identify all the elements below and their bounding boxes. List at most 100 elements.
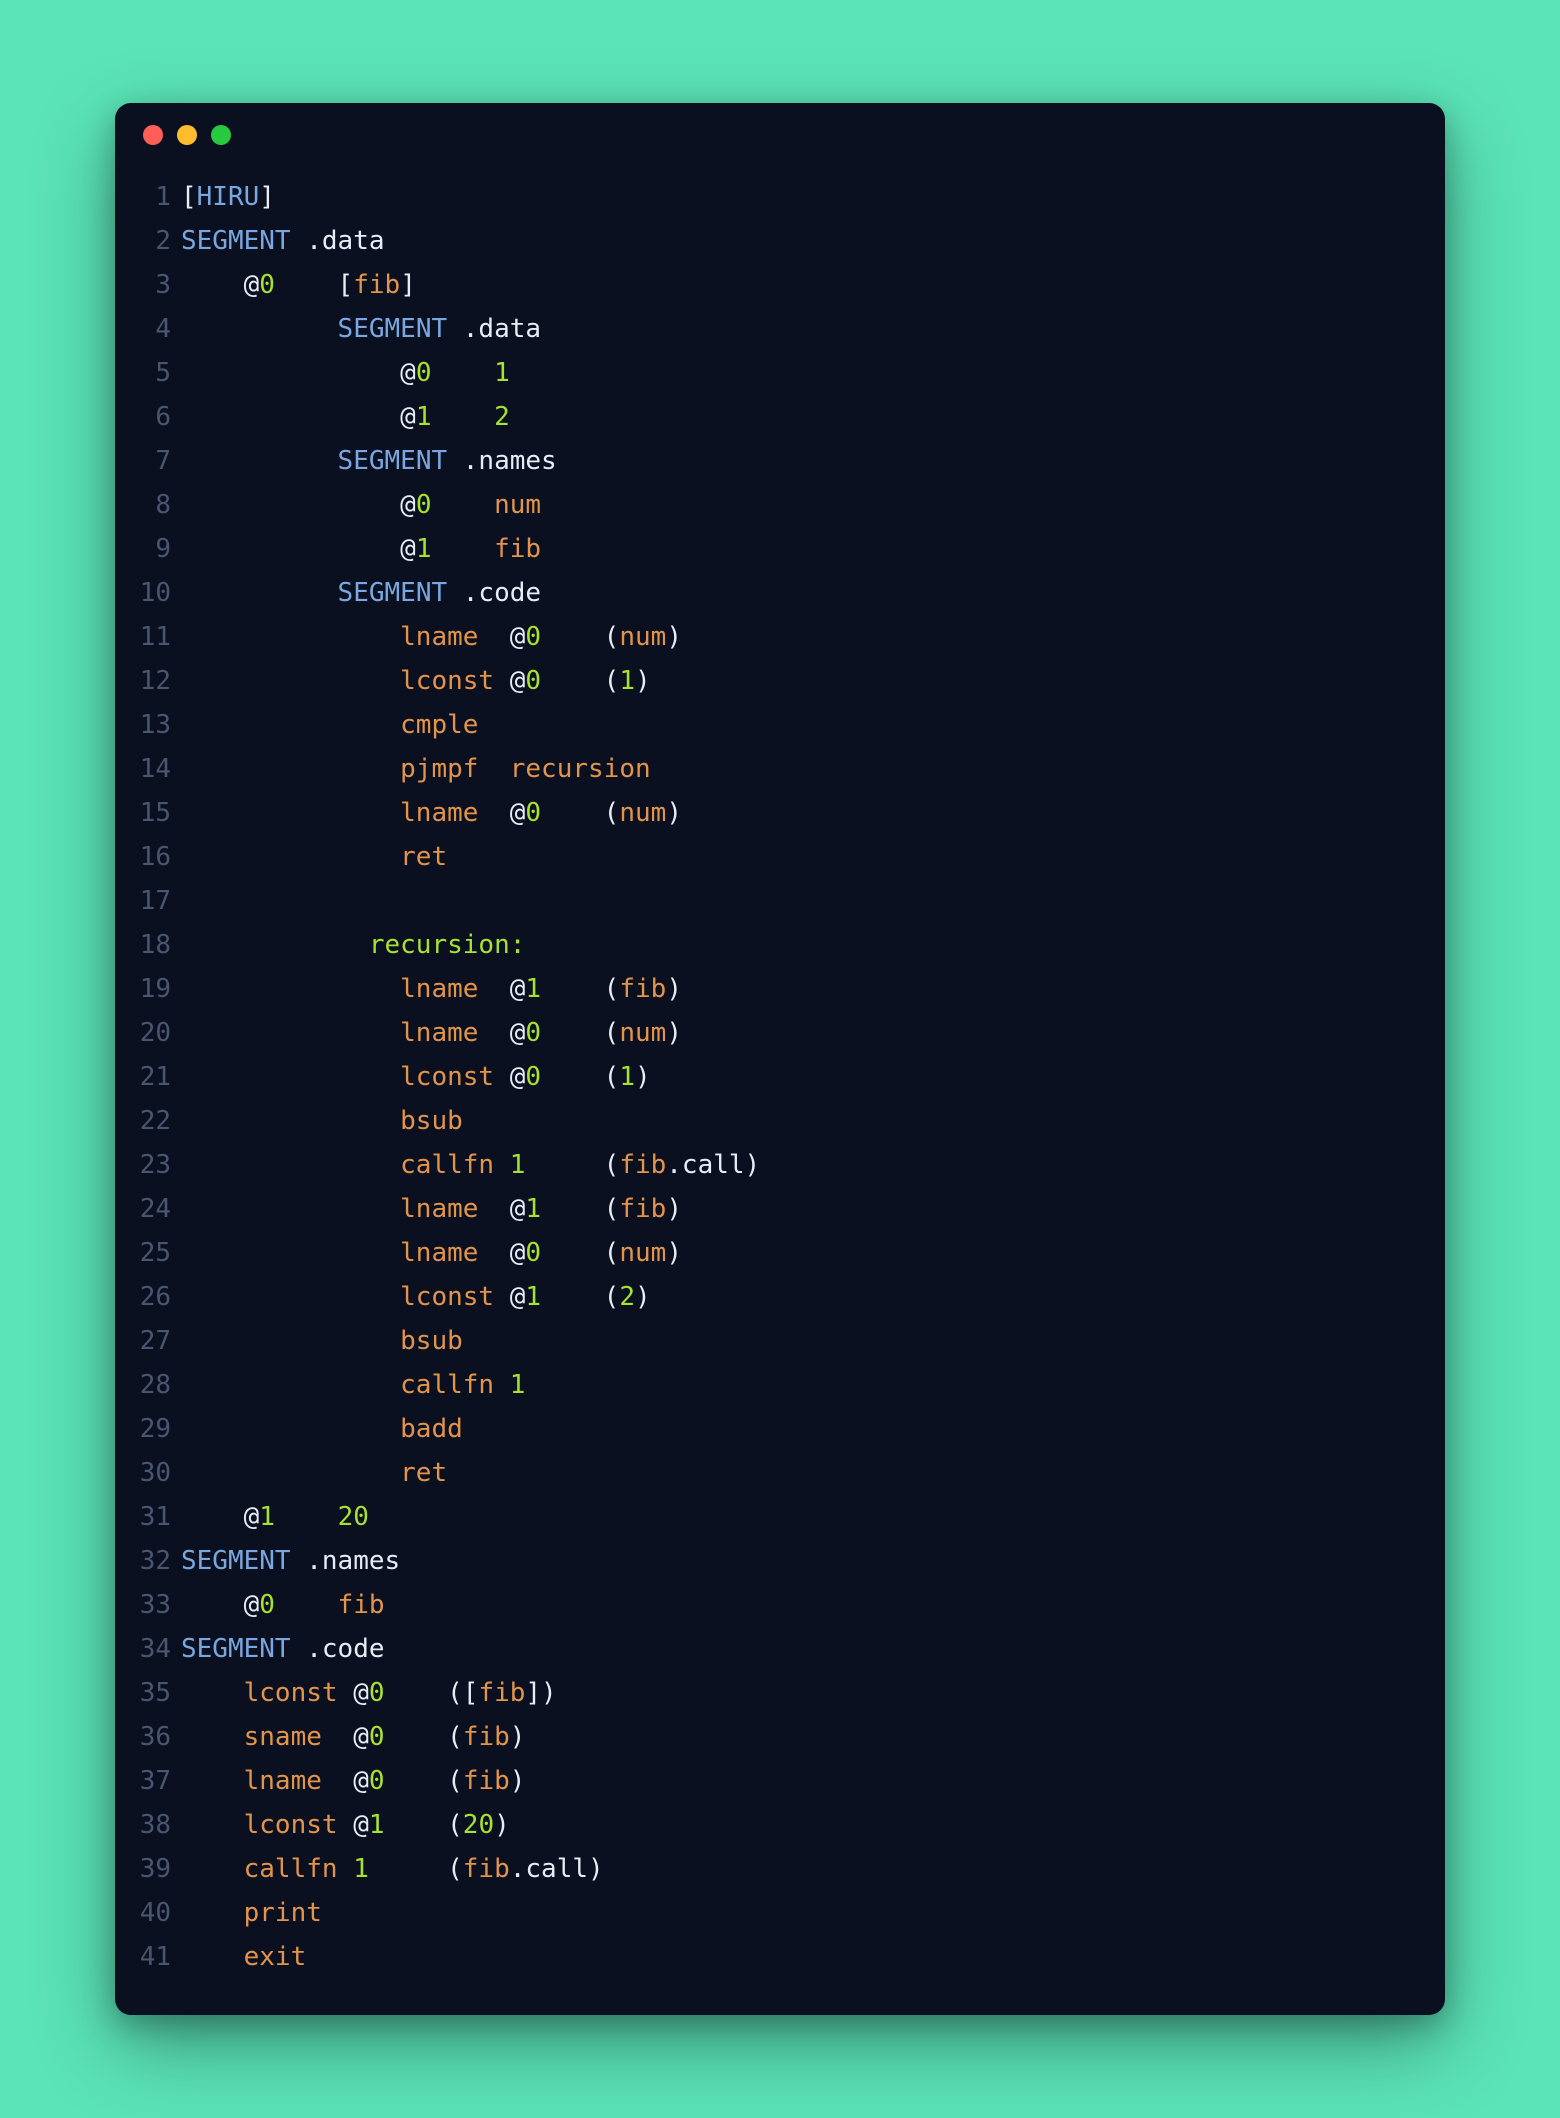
line-content: lname @0 (num) bbox=[181, 791, 682, 835]
code-line: 10 SEGMENT .code bbox=[115, 571, 1417, 615]
maximize-icon[interactable] bbox=[211, 125, 231, 145]
code-token: 0 bbox=[525, 622, 541, 652]
line-content: lname @0 (num) bbox=[181, 1011, 682, 1055]
line-number: 37 bbox=[115, 1759, 181, 1803]
code-line: 32SEGMENT .names bbox=[115, 1539, 1417, 1583]
code-token: fib bbox=[619, 1150, 666, 1180]
code-token: [ bbox=[275, 270, 353, 300]
line-content: [HIRU] bbox=[181, 175, 275, 219]
line-number: 28 bbox=[115, 1363, 181, 1407]
code-token: fib bbox=[463, 1766, 510, 1796]
code-line: 2SEGMENT .data bbox=[115, 219, 1417, 263]
line-number: 5 bbox=[115, 351, 181, 395]
line-content: lname @0 (num) bbox=[181, 1231, 682, 1275]
code-token: HIRU bbox=[197, 182, 260, 212]
code-token: .call) bbox=[510, 1854, 604, 1884]
code-token bbox=[275, 1502, 338, 1532]
code-token bbox=[181, 1678, 244, 1708]
line-number: 21 bbox=[115, 1055, 181, 1099]
code-token: recursion bbox=[510, 754, 651, 784]
code-line: 17 bbox=[115, 879, 1417, 923]
line-content: sname @0 (fib) bbox=[181, 1715, 525, 1759]
code-token: @ bbox=[181, 358, 416, 388]
code-line: 5 @0 1 bbox=[115, 351, 1417, 395]
code-token bbox=[181, 578, 338, 608]
code-token: @ bbox=[322, 1722, 369, 1752]
code-line: 1[HIRU] bbox=[115, 175, 1417, 219]
code-token: ] bbox=[400, 270, 416, 300]
line-number: 25 bbox=[115, 1231, 181, 1275]
line-content: lconst @0 ([fib]) bbox=[181, 1671, 557, 1715]
code-token: SEGMENT bbox=[181, 1546, 291, 1576]
line-content: callfn 1 bbox=[181, 1363, 525, 1407]
code-token: @ bbox=[478, 1238, 525, 1268]
code-token: pjmpf bbox=[400, 754, 478, 784]
code-token: 0 bbox=[416, 490, 432, 520]
code-token bbox=[431, 534, 494, 564]
code-editor[interactable]: 1[HIRU]2SEGMENT .data3 @0 [fib]4 SEGMENT… bbox=[115, 167, 1445, 1979]
code-token bbox=[478, 754, 509, 784]
line-content: lconst @1 (20) bbox=[181, 1803, 510, 1847]
code-token bbox=[431, 402, 494, 432]
line-number: 27 bbox=[115, 1319, 181, 1363]
code-line: 19 lname @1 (fib) bbox=[115, 967, 1417, 1011]
line-number: 4 bbox=[115, 307, 181, 351]
line-content: recursion: bbox=[181, 923, 525, 967]
line-number: 32 bbox=[115, 1539, 181, 1583]
code-token: .data bbox=[291, 226, 385, 256]
code-token: @ bbox=[494, 1282, 525, 1312]
line-number: 18 bbox=[115, 923, 181, 967]
code-token: @ bbox=[181, 1502, 259, 1532]
code-token: bsub bbox=[400, 1106, 463, 1136]
line-number: 24 bbox=[115, 1187, 181, 1231]
code-token bbox=[431, 490, 494, 520]
line-number: 38 bbox=[115, 1803, 181, 1847]
line-number: 40 bbox=[115, 1891, 181, 1935]
code-token: 2 bbox=[494, 402, 510, 432]
code-line: 3 @0 [fib] bbox=[115, 263, 1417, 307]
code-token bbox=[338, 1854, 354, 1884]
line-number: 7 bbox=[115, 439, 181, 483]
code-token: ( bbox=[385, 1766, 463, 1796]
line-content: SEGMENT .code bbox=[181, 571, 541, 615]
code-line: 7 SEGMENT .names bbox=[115, 439, 1417, 483]
line-content: @0 1 bbox=[181, 351, 510, 395]
code-token: num bbox=[619, 622, 666, 652]
code-token: @ bbox=[478, 798, 525, 828]
code-token: 1 bbox=[525, 1194, 541, 1224]
line-number: 2 bbox=[115, 219, 181, 263]
code-token: @ bbox=[181, 1590, 259, 1620]
code-token: 0 bbox=[369, 1678, 385, 1708]
code-token: bsub bbox=[400, 1326, 463, 1356]
code-token: SEGMENT bbox=[338, 446, 448, 476]
code-token: 0 bbox=[525, 666, 541, 696]
code-token: 1 bbox=[619, 1062, 635, 1092]
code-token: 0 bbox=[369, 1766, 385, 1796]
code-token: SEGMENT bbox=[181, 226, 291, 256]
code-token: fib bbox=[338, 1590, 385, 1620]
code-token: 0 bbox=[525, 798, 541, 828]
code-token bbox=[181, 1766, 244, 1796]
code-token: 1 bbox=[510, 1150, 526, 1180]
code-token: fib bbox=[619, 974, 666, 1004]
line-content: print bbox=[181, 1891, 322, 1935]
code-token bbox=[181, 1942, 244, 1972]
close-icon[interactable] bbox=[143, 125, 163, 145]
code-token: .code bbox=[291, 1634, 385, 1664]
code-token: @ bbox=[478, 974, 525, 1004]
code-token: ( bbox=[541, 798, 619, 828]
code-token: 2 bbox=[619, 1282, 635, 1312]
code-token: 0 bbox=[259, 1590, 275, 1620]
code-token bbox=[181, 1458, 400, 1488]
code-token: ) bbox=[635, 666, 651, 696]
code-token: @ bbox=[322, 1766, 369, 1796]
line-content: @1 20 bbox=[181, 1495, 369, 1539]
code-token bbox=[181, 1722, 244, 1752]
code-token bbox=[181, 1326, 400, 1356]
code-token: exit bbox=[244, 1942, 307, 1972]
line-content: @0 fib bbox=[181, 1583, 385, 1627]
line-number: 8 bbox=[115, 483, 181, 527]
code-token: 0 bbox=[259, 270, 275, 300]
line-content: @0 num bbox=[181, 483, 541, 527]
minimize-icon[interactable] bbox=[177, 125, 197, 145]
